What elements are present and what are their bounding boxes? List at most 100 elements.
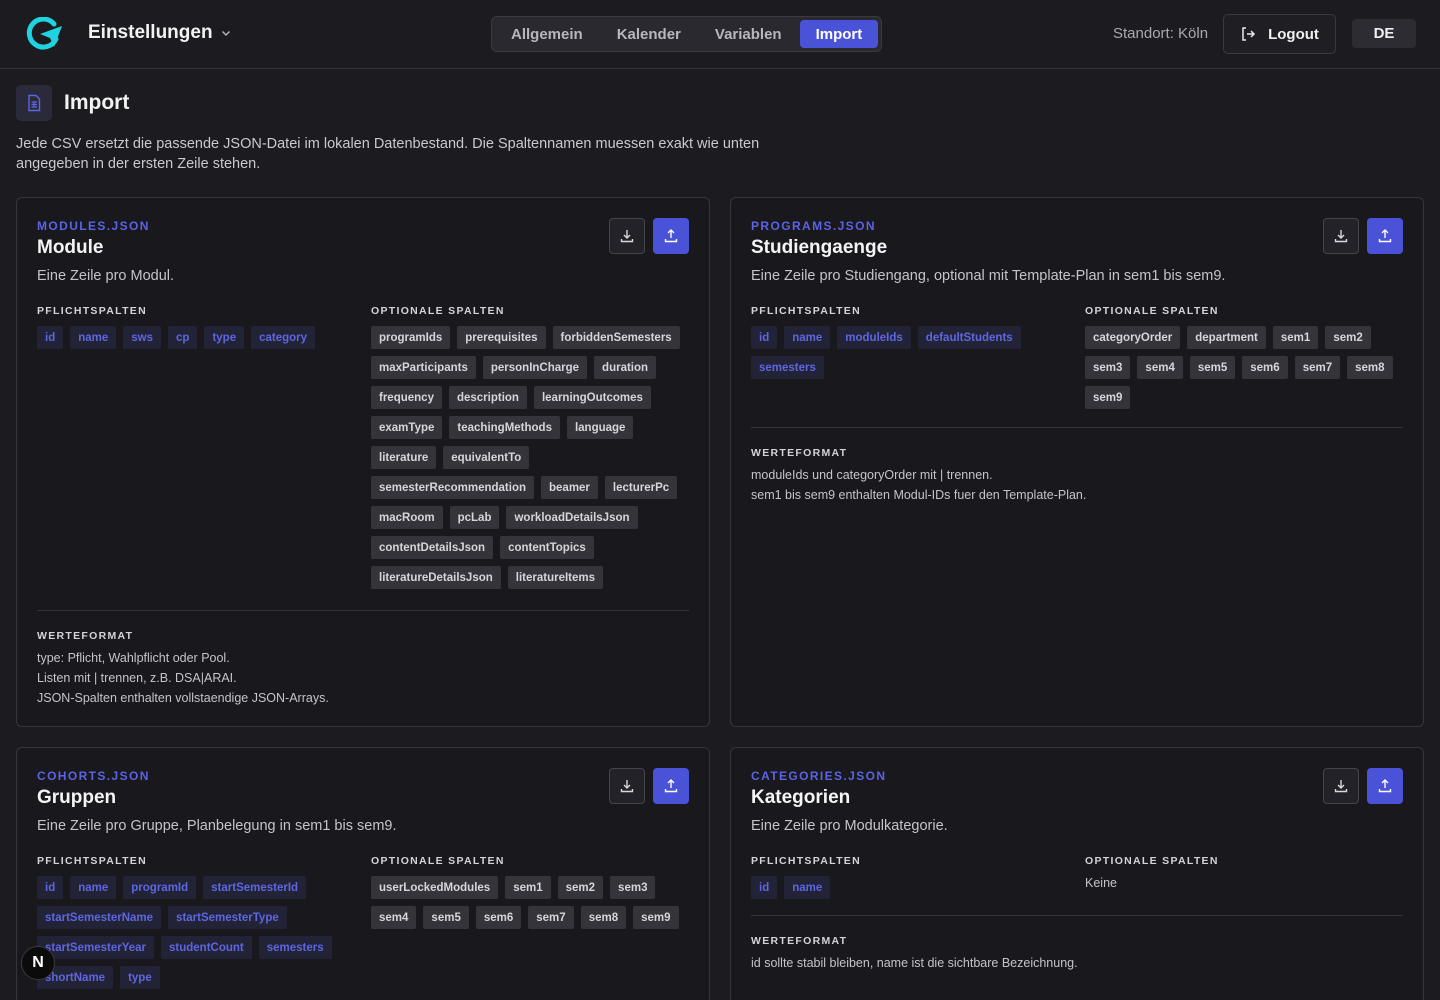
- language-button[interactable]: DE: [1352, 19, 1416, 48]
- upload-csv-button[interactable]: [653, 768, 689, 804]
- optional-column-chip: sem8: [1347, 356, 1393, 379]
- optional-column-chip: sem4: [371, 906, 417, 929]
- upload-csv-button[interactable]: [653, 218, 689, 254]
- optional-columns-label: OPTIONALE SPALTEN: [1085, 305, 1219, 317]
- optional-columns-label: OPTIONALE SPALTEN: [371, 855, 505, 867]
- optional-column-chip: sem4: [1137, 356, 1183, 379]
- download-icon: [1334, 230, 1348, 243]
- optional-column-chip: equivalentTo: [443, 446, 530, 469]
- card-key: PROGRAMS.JSON: [751, 219, 876, 233]
- optional-chips: programIds prerequisites forbiddenSemester…: [371, 326, 691, 589]
- optional-chips: categoryOrder department sem1 sem2 sem3 sem4 s…: [1085, 326, 1405, 409]
- card-categories: CATEGORIES.JSON Kategorien Eine Zeile pr…: [730, 747, 1424, 1000]
- optional-chips: userLockedModules sem1 sem2 sem3 sem4 sem5 sem…: [371, 876, 691, 929]
- value-format-line: moduleIds und categoryOrder mit | trenne…: [751, 468, 993, 482]
- required-column-chip: name: [784, 876, 831, 899]
- optional-column-chip: prerequisites: [457, 326, 546, 349]
- tab-variablen[interactable]: Variablen: [699, 20, 798, 48]
- download-template-button[interactable]: [1323, 218, 1359, 254]
- required-column-chip: id: [37, 326, 64, 349]
- optional-column-chip: sem8: [580, 906, 627, 929]
- upload-icon: [664, 779, 678, 793]
- card-key: MODULES.JSON: [37, 219, 150, 233]
- required-column-chip: programId: [123, 876, 197, 899]
- optional-column-chip: contentTopics: [500, 536, 594, 559]
- logout-icon: [1242, 27, 1256, 41]
- card-description: Eine Zeile pro Modul.: [37, 268, 175, 284]
- required-columns-label: PFLICHTSPALTEN: [751, 855, 861, 867]
- optional-column-chip: frequency: [371, 386, 442, 409]
- settings-tabs: Allgemein Kalender Variablen Import: [491, 16, 883, 52]
- required-column-chip: id: [751, 876, 778, 899]
- optional-column-chip: macRoom: [371, 506, 443, 529]
- optional-column-chip: literature: [371, 446, 437, 469]
- optional-column-chip: sem3: [610, 876, 656, 899]
- value-format-line: JSON-Spalten enthalten vollstaendige JSO…: [37, 691, 329, 705]
- card-title: Module: [37, 237, 104, 258]
- tab-allgemein[interactable]: Allgemein: [495, 20, 599, 48]
- required-column-chip: type: [204, 326, 245, 349]
- settings-menu[interactable]: Einstellungen: [88, 22, 231, 44]
- required-column-chip: name: [70, 326, 117, 349]
- required-chips: id name moduleIds defaultStudents semesters: [751, 326, 1051, 379]
- tab-import[interactable]: Import: [799, 20, 879, 48]
- required-column-chip: category: [251, 326, 316, 349]
- optional-column-chip: duration: [594, 356, 657, 379]
- required-column-chip: id: [37, 876, 64, 899]
- card-description: Eine Zeile pro Modulkategorie.: [751, 818, 948, 834]
- optional-column-chip: sem5: [423, 906, 469, 929]
- value-format-label: WERTEFORMAT: [37, 630, 134, 642]
- required-column-chip: sws: [123, 326, 162, 349]
- upload-icon: [1378, 229, 1392, 243]
- app-logo-icon[interactable]: [24, 17, 64, 51]
- optional-column-chip: semesterRecommendation: [371, 476, 534, 499]
- download-template-button[interactable]: [1323, 768, 1359, 804]
- optional-column-chip: sem1: [505, 876, 551, 899]
- required-column-chip: semesters: [258, 936, 332, 959]
- optional-column-chip: forbiddenSemesters: [552, 326, 680, 349]
- optional-columns-label: OPTIONALE SPALTEN: [1085, 855, 1219, 867]
- divider: [37, 610, 689, 611]
- tab-kalender[interactable]: Kalender: [601, 20, 697, 48]
- download-template-button[interactable]: [609, 768, 645, 804]
- value-format-line: type: Pflicht, Wahlpflicht oder Pool.: [37, 651, 230, 665]
- required-columns-label: PFLICHTSPALTEN: [37, 855, 147, 867]
- upload-csv-button[interactable]: [1367, 768, 1403, 804]
- divider: [751, 427, 1403, 428]
- optional-column-chip: examType: [371, 416, 443, 439]
- required-column-chip: startSemesterName: [37, 906, 162, 929]
- logout-button[interactable]: Logout: [1223, 14, 1336, 54]
- required-column-chip: moduleIds: [837, 326, 911, 349]
- optional-column-chip: literatureItems: [507, 566, 604, 589]
- file-spreadsheet-icon: [16, 85, 52, 121]
- optional-column-chip: pcLab: [449, 506, 500, 529]
- optional-column-chip: sem1: [1272, 326, 1319, 349]
- chevron-down-icon: [221, 30, 230, 37]
- card-cohorts: COHORTS.JSON Gruppen Eine Zeile pro Grup…: [16, 747, 710, 1000]
- download-template-button[interactable]: [609, 218, 645, 254]
- download-icon: [1334, 780, 1348, 793]
- optional-column-chip: department: [1187, 326, 1266, 349]
- value-format-line: Listen mit | trennen, z.B. DSA|ARAI.: [37, 671, 237, 685]
- dev-badge[interactable]: N: [21, 946, 55, 980]
- upload-csv-button[interactable]: [1367, 218, 1403, 254]
- required-column-chip: startSemesterId: [203, 876, 307, 899]
- required-column-chip: cp: [168, 326, 198, 349]
- value-format-label: WERTEFORMAT: [751, 447, 848, 459]
- optional-column-chip: sem7: [528, 906, 574, 929]
- logout-label: Logout: [1268, 25, 1319, 43]
- download-icon: [620, 230, 634, 243]
- page-description: Jede CSV ersetzt die passende JSON-Datei…: [16, 136, 760, 172]
- card-key: CATEGORIES.JSON: [751, 769, 887, 783]
- value-format-line: id sollte stabil bleiben, name ist die s…: [751, 956, 1078, 970]
- divider: [751, 915, 1403, 916]
- optional-column-chip: userLockedModules: [371, 876, 499, 899]
- required-column-chip: defaultStudents: [917, 326, 1021, 349]
- value-format-text: moduleIds und categoryOrder mit | trenne…: [751, 465, 1086, 505]
- optional-column-chip: sem2: [1325, 326, 1371, 349]
- required-column-chip: startSemesterYear: [37, 936, 155, 959]
- card-title: Studiengaenge: [751, 237, 888, 258]
- required-columns-label: PFLICHTSPALTEN: [37, 305, 147, 317]
- optional-column-chip: language: [566, 416, 634, 439]
- optional-column-chip: sem6: [475, 906, 522, 929]
